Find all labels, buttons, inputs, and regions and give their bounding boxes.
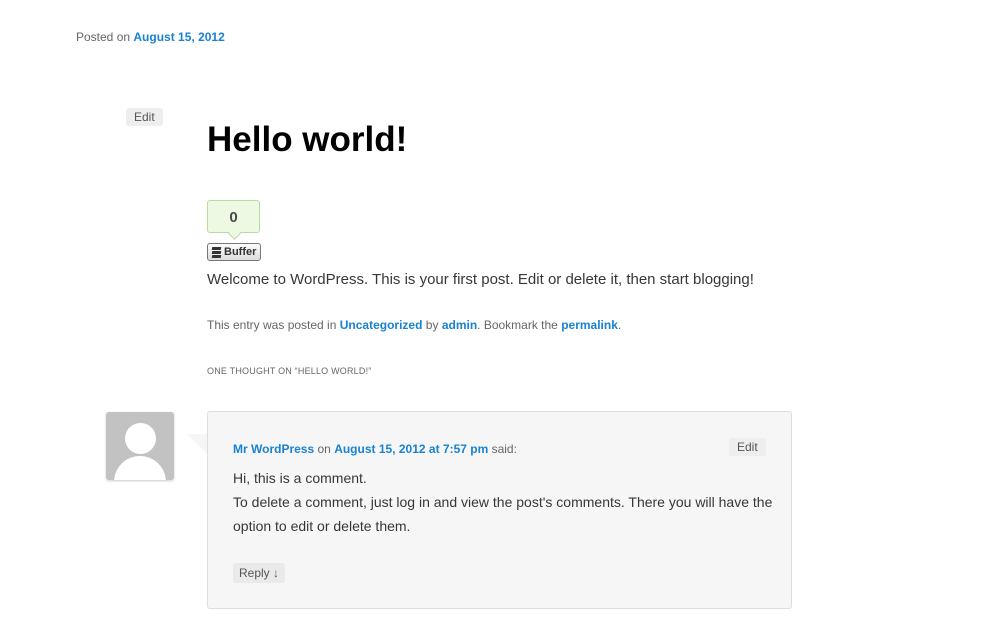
post-content: Welcome to WordPress. This is your first… <box>207 271 754 288</box>
buffer-stack-icon <box>211 246 222 258</box>
comments-title: ONE THOUGHT ON “HELLO WORLD!” <box>207 366 372 376</box>
comment-said: said: <box>491 442 517 456</box>
posted-on: Posted on August 15, 2012 <box>76 30 225 44</box>
comment-date-link[interactable]: August 15, 2012 at 7:57 pm <box>334 442 488 456</box>
avatar <box>106 412 174 480</box>
buffer-button[interactable]: Buffer <box>207 243 261 261</box>
posted-on-prefix: Posted on <box>76 30 131 44</box>
post-title: Hello world! <box>207 120 408 159</box>
edit-comment-button[interactable]: Edit <box>729 438 766 456</box>
comment-line: To delete a comment, just log in and vie… <box>233 494 773 534</box>
avatar-torso <box>114 456 166 480</box>
buffer-label: Buffer <box>224 246 257 258</box>
entry-meta-end: . <box>617 318 622 332</box>
entry-meta-by: by <box>425 318 439 332</box>
comment-line: Hi, this is a comment. <box>233 470 367 486</box>
edit-post-button[interactable]: Edit <box>126 108 163 126</box>
comment-author-link[interactable]: Mr WordPress <box>233 442 314 456</box>
comment: Mr WordPress on August 15, 2012 at 7:57 … <box>187 411 792 609</box>
entry-meta-prefix: This entry was posted in <box>207 318 337 332</box>
buffer-count: 0 <box>207 200 260 233</box>
entry-meta-bookmark: . Bookmark the <box>477 318 558 332</box>
reply-button[interactable]: Reply ↓ <box>233 563 286 583</box>
entry-meta: This entry was posted in Uncategorized b… <box>207 318 621 332</box>
post-date-link[interactable]: August 15, 2012 <box>133 30 224 44</box>
permalink-link[interactable]: permalink <box>561 318 618 332</box>
comment-meta: Mr WordPress on August 15, 2012 at 7:57 … <box>233 442 517 456</box>
comment-text: Hi, this is a comment. To delete a comme… <box>233 466 773 538</box>
category-link[interactable]: Uncategorized <box>340 318 423 332</box>
avatar-head <box>125 423 156 454</box>
comment-on: on <box>317 442 331 456</box>
author-link[interactable]: admin <box>442 318 477 332</box>
